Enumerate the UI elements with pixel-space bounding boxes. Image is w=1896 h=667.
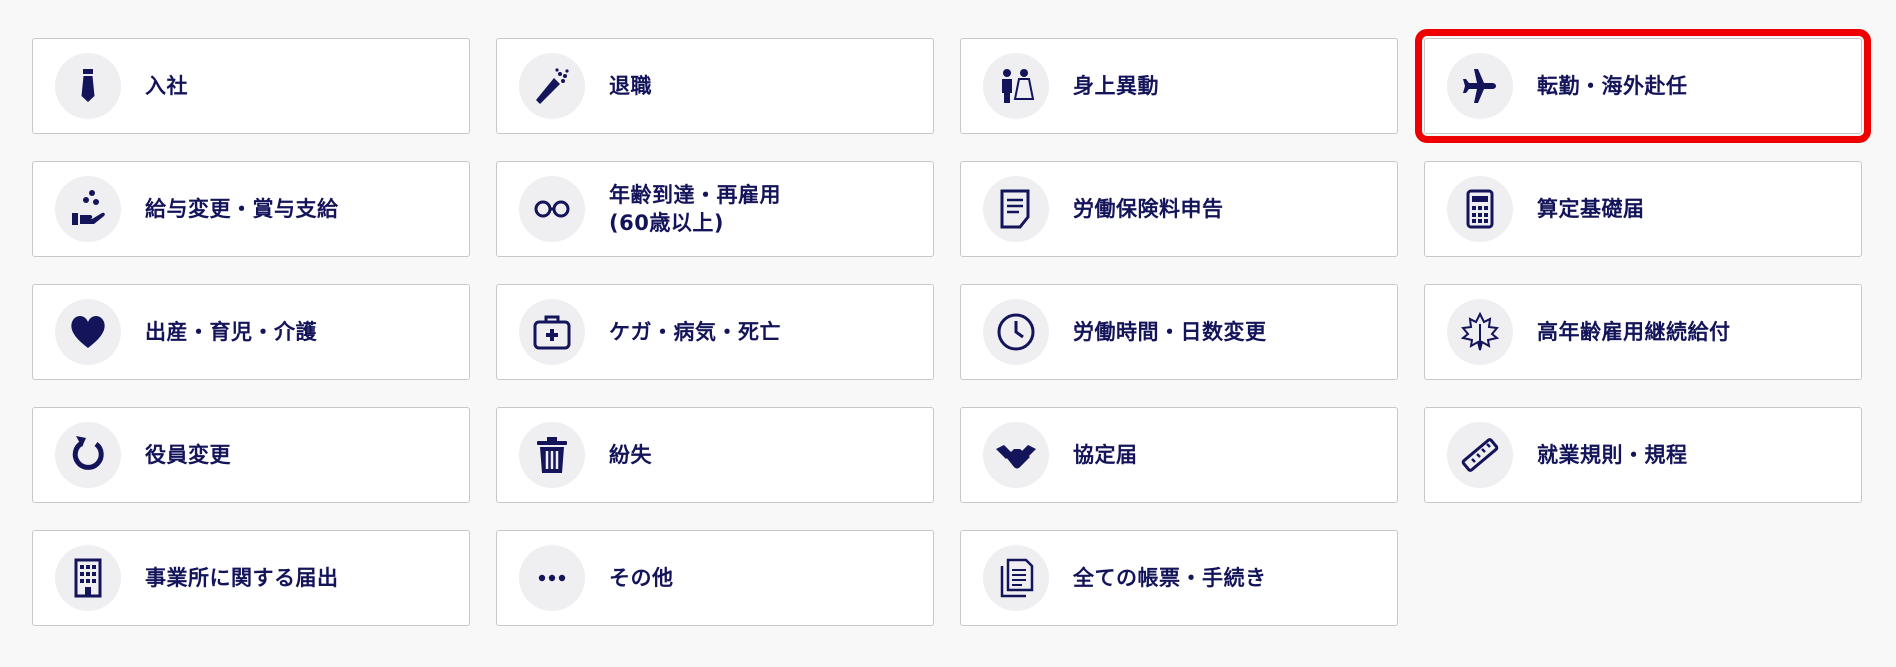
card-label: 算定基礎届 [1537,197,1645,221]
handshake-icon [983,422,1049,488]
card-label: 高年齢雇用継続給付 [1537,320,1731,344]
card-label: 労働時間・日数変更 [1073,320,1267,344]
card-label: 労働保険料申告 [1073,197,1224,221]
card-shugyo-kisoku[interactable]: 就業規則・規程 [1424,407,1862,503]
card-label: 全ての帳票・手続き [1073,566,1267,590]
card-label: 入社 [145,74,188,98]
card-label: 転勤・海外赴任 [1537,74,1688,98]
card-yakuin-henko[interactable]: 役員変更 [32,407,470,503]
card-kega-byoki[interactable]: ケガ・病気・死亡 [496,284,934,380]
card-label: 年齢到達・再雇用 (60歳以上) [609,183,781,235]
card-label: 退職 [609,74,652,98]
first-aid-kit-icon [519,299,585,365]
necktie-icon [55,53,121,119]
card-taishoku[interactable]: 退職 [496,38,934,134]
card-label: その他 [609,566,674,590]
card-rodo-jikan[interactable]: 労働時間・日数変更 [960,284,1398,380]
card-label: ケガ・病気・死亡 [609,320,781,344]
card-label: 身上異動 [1073,74,1159,98]
card-funshitsu[interactable]: 紛失 [496,407,934,503]
hand-coins-icon [55,176,121,242]
document-icon [983,176,1049,242]
glasses-icon [519,176,585,242]
refresh-icon [55,422,121,488]
documents-icon [983,545,1049,611]
card-label: 給与変更・賞与支給 [145,197,339,221]
card-santei-kiso[interactable]: 算定基礎届 [1424,161,1862,257]
card-label: 出産・育児・介護 [145,320,317,344]
more-dots-icon [519,545,585,611]
couple-icon [983,53,1049,119]
airplane-icon [1447,53,1513,119]
card-shinjo-ido[interactable]: 身上異動 [960,38,1398,134]
card-jigyosho-todokede[interactable]: 事業所に関する届出 [32,530,470,626]
ruler-icon [1447,422,1513,488]
clock-icon [983,299,1049,365]
card-rodo-hokenryo[interactable]: 労働保険料申告 [960,161,1398,257]
bouquet-icon [519,53,585,119]
card-label: 就業規則・規程 [1537,443,1688,467]
trash-icon [519,422,585,488]
card-label: 事業所に関する届出 [145,566,339,590]
card-nenrei-totatsu[interactable]: 年齢到達・再雇用 (60歳以上) [496,161,934,257]
card-tenkin-kaigai-funin[interactable]: 転勤・海外赴任 [1415,29,1871,143]
building-icon [55,545,121,611]
card-label: 紛失 [609,443,652,467]
card-label: 協定届 [1073,443,1138,467]
card-kyuyo-henko[interactable]: 給与変更・賞与支給 [32,161,470,257]
card-subete-chohyo[interactable]: 全ての帳票・手続き [960,530,1398,626]
card-label: 役員変更 [145,443,231,467]
calculator-icon [1447,176,1513,242]
card-konenrei-koyo[interactable]: 高年齢雇用継続給付 [1424,284,1862,380]
card-kyotei-todoke[interactable]: 協定届 [960,407,1398,503]
card-shussan-ikuji[interactable]: 出産・育児・介護 [32,284,470,380]
maple-leaf-icon [1447,299,1513,365]
card-nyusha[interactable]: 入社 [32,38,470,134]
procedure-category-grid: 入社 退職 身上異動 転勤・海外赴任 給与変更・賞与支給 年齢到達・再雇用 (60… [0,0,1896,667]
heart-icon [55,299,121,365]
card-sonota[interactable]: その他 [496,530,934,626]
